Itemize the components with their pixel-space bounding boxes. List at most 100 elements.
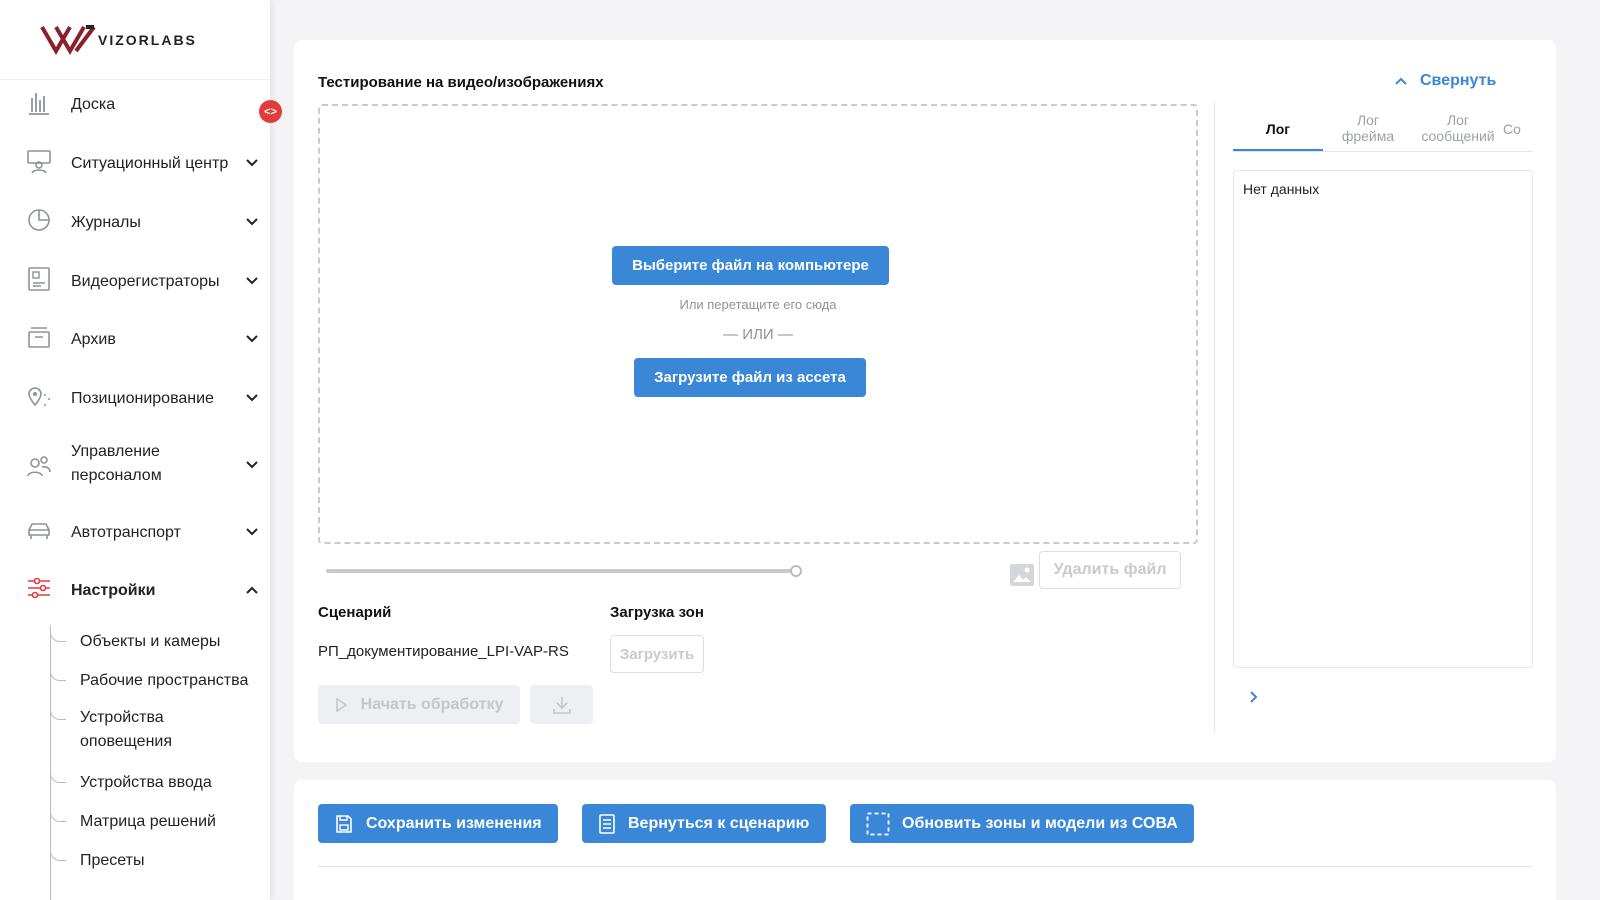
recorder-icon — [28, 267, 50, 291]
sidebar-item-label: Доска — [71, 96, 116, 113]
log-empty-text: Нет данных — [1243, 181, 1320, 197]
sliders-icon — [28, 577, 50, 599]
video-progress-slider[interactable] — [326, 569, 796, 573]
sidebar-item-label: Настройки — [71, 582, 156, 599]
logo[interactable]: VIZORLABS — [0, 0, 270, 80]
play-icon — [335, 697, 347, 712]
scenario-label: Сценарий — [318, 604, 392, 621]
sidebar-item-label: Видеорегистраторы — [71, 273, 220, 290]
document-list-icon — [599, 813, 615, 834]
active-tab-indicator — [1233, 149, 1323, 151]
testing-card: Тестирование на видео/изображениях Сверн… — [294, 40, 1556, 762]
start-processing-label: Начать обработку — [360, 695, 504, 713]
sidebar-item-settings[interactable]: Настройки — [0, 575, 270, 605]
chevron-right-icon[interactable] — [1246, 690, 1260, 704]
sidebar-subitem-workspaces[interactable]: Рабочие пространства — [50, 667, 270, 691]
drag-hint: Или перетащите его сюда — [679, 297, 837, 312]
save-icon — [336, 814, 352, 833]
chevron-down-icon[interactable] — [245, 525, 259, 539]
collapse-label: Свернуть — [1420, 72, 1497, 89]
testing-title: Тестирование на видео/изображениях — [318, 74, 604, 91]
chevron-up-icon — [1395, 77, 1407, 85]
sidebar-item-journals[interactable]: Журналы — [0, 207, 270, 237]
sidebar-item-label: Ситуационный центр — [71, 155, 229, 172]
sidebar-subitem-decision-matrix[interactable]: Матрица решений — [50, 808, 270, 832]
save-changes-button[interactable]: Сохранить изменения — [318, 804, 558, 843]
map-pin-icon — [28, 387, 50, 407]
sidebar-subitem-label: Пресеты — [80, 852, 145, 869]
sidebar-subitem-presets[interactable]: Пресеты — [50, 847, 270, 871]
tab-more[interactable]: Со — [1503, 121, 1533, 137]
sidebar: VIZORLABS Доска Ситуационный центр Журна… — [0, 0, 270, 900]
tab-message-log[interactable]: Лог сообщений — [1413, 112, 1503, 144]
sidebar-item-recorders[interactable]: Видеорегистраторы — [0, 266, 270, 296]
upload-zones-button[interactable]: Загрузить — [610, 635, 704, 673]
sidebar-subitem-alert-devices[interactable]: Устройства оповещения — [50, 706, 270, 754]
sidebar-item-situation-center[interactable]: Ситуационный центр — [0, 148, 270, 178]
sidebar-subitem-input-devices[interactable]: Устройства ввода — [50, 769, 270, 793]
slider-handle[interactable] — [790, 565, 802, 577]
collapse-section-button[interactable]: Свернуть — [1394, 72, 1496, 90]
sidebar-item-label: Архив — [71, 331, 116, 348]
tab-log[interactable]: Лог — [1233, 121, 1323, 137]
log-output: Нет данных — [1233, 170, 1533, 668]
vizorlabs-logo-icon — [40, 24, 96, 55]
chevron-down-icon[interactable] — [245, 391, 259, 405]
sidebar-subitem-label: Устройства ввода — [80, 774, 212, 791]
sidebar-item-board[interactable]: Доска — [0, 90, 270, 120]
sidebar-item-archive[interactable]: Архив — [0, 324, 270, 354]
section-divider — [318, 866, 1532, 867]
download-icon — [552, 696, 571, 714]
choose-file-button[interactable]: Выберите файл на компьютере — [612, 246, 889, 285]
sidebar-subitem-label: Матрица решений — [80, 813, 216, 830]
sidebar-item-label: Управление персоналом — [71, 443, 162, 484]
tree-branch — [50, 667, 66, 681]
car-icon — [28, 523, 50, 539]
update-zones-models-button[interactable]: Обновить зоны и модели из СОВА — [850, 804, 1194, 843]
tree-branch — [50, 628, 66, 642]
sidebar-collapse-button[interactable]: <> — [259, 100, 282, 123]
download-button[interactable] — [530, 685, 593, 724]
save-changes-label: Сохранить изменения — [366, 814, 542, 832]
situation-center-icon — [27, 150, 51, 174]
actions-card: Сохранить изменения Вернуться к сценарию… — [294, 780, 1556, 900]
dashed-frame-icon — [866, 812, 890, 835]
sidebar-item-label: Журналы — [71, 214, 141, 231]
sidebar-item-label: Позиционирование — [71, 390, 214, 407]
load-from-asset-button[interactable]: Загрузите файл из ассета — [634, 358, 866, 397]
file-dropzone[interactable]: Выберите файл на компьютере Или перетащи… — [318, 104, 1198, 544]
back-to-scenario-button[interactable]: Вернуться к сценарию — [582, 804, 826, 843]
sidebar-subitem-label: Рабочие пространства — [80, 672, 249, 689]
update-zones-models-label: Обновить зоны и модели из СОВА — [902, 814, 1178, 832]
sidebar-subitem-objects-cameras[interactable]: Объекты и камеры — [50, 628, 270, 652]
tree-branch — [50, 706, 66, 720]
or-separator: — ИЛИ — — [723, 326, 793, 343]
log-tabs: Лог Лог фрейма Лог сообщений Со — [1233, 107, 1533, 152]
tree-branch — [50, 769, 66, 783]
chevron-down-icon[interactable] — [245, 458, 259, 472]
chevron-down-icon[interactable] — [245, 332, 259, 346]
sidebar-item-label: Автотранспорт — [71, 524, 181, 541]
sidebar-subitem-label: Объекты и камеры — [80, 633, 221, 650]
delete-file-button[interactable]: Удалить файл — [1039, 551, 1181, 589]
pie-chart-icon — [28, 209, 50, 231]
people-icon — [27, 456, 51, 477]
chevron-down-icon[interactable] — [245, 215, 259, 229]
tree-branch — [50, 808, 66, 822]
chevron-down-icon[interactable] — [245, 274, 259, 288]
logo-text: VIZORLABS — [98, 31, 197, 48]
zones-label: Загрузка зон — [610, 604, 704, 621]
image-icon — [1010, 564, 1034, 586]
sidebar-item-personnel[interactable]: Управление персоналом — [0, 440, 270, 490]
start-processing-button[interactable]: Начать обработку — [318, 685, 520, 724]
chevron-up-icon[interactable] — [245, 583, 259, 597]
tree-branch — [50, 847, 66, 861]
chart-bars-icon — [29, 93, 49, 115]
tab-frame-log[interactable]: Лог фрейма — [1323, 112, 1413, 144]
chevron-down-icon[interactable] — [245, 156, 259, 170]
sidebar-item-positioning[interactable]: Позиционирование — [0, 383, 270, 413]
sidebar-item-transport[interactable]: Автотранспорт — [0, 517, 270, 547]
back-to-scenario-label: Вернуться к сценарию — [628, 814, 810, 832]
archive-box-icon — [28, 327, 50, 348]
panel-divider — [1214, 103, 1215, 733]
